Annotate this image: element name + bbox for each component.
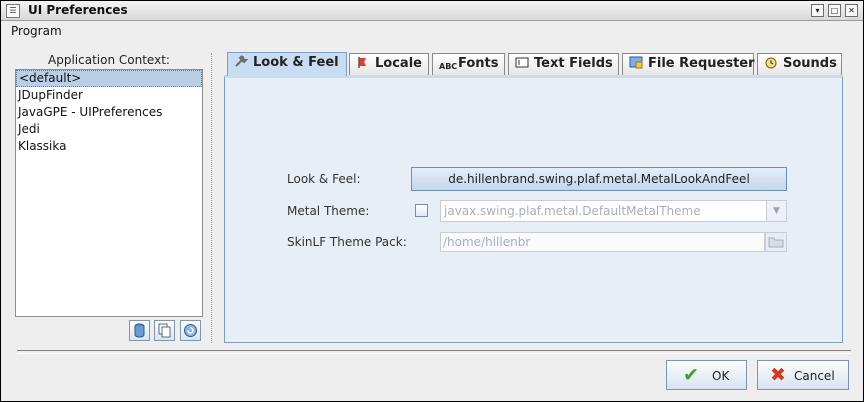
cancel-x-icon: ✖ (770, 364, 786, 386)
ui-preferences-window: ☰ UI Preferences ▾ □ ✕ Program Applicati… (0, 0, 864, 402)
database-button[interactable] (129, 320, 150, 341)
database-icon (134, 323, 145, 338)
ok-button[interactable]: ✔ OK (666, 360, 747, 390)
application-context-list[interactable]: <default> JDupFinder JavaGPE - UIPrefere… (15, 69, 203, 317)
menu-bar: Program (1, 21, 863, 41)
reset-button[interactable] (180, 320, 201, 341)
tab-label: Sounds (783, 56, 837, 71)
window-title: UI Preferences (28, 3, 128, 17)
tab-label: Locale (375, 56, 422, 71)
list-item[interactable]: Klassika (16, 138, 202, 155)
cancel-label: Cancel (794, 369, 835, 383)
tab-sounds[interactable]: Sounds (757, 53, 842, 75)
tab-label: Text Fields (534, 56, 613, 71)
look-feel-label: Look & Feel: (287, 172, 361, 186)
system-menu-icon[interactable]: ☰ (6, 4, 20, 18)
minimize-icon[interactable]: ▾ (811, 4, 824, 17)
tab-label: Fonts (458, 56, 499, 71)
ok-label: OK (712, 369, 730, 383)
tab-label: Look & Feel (253, 55, 339, 70)
tab-file-requester[interactable]: File Requester (622, 53, 755, 75)
metal-theme-checkbox[interactable] (415, 204, 428, 217)
maximize-icon[interactable]: □ (828, 4, 841, 17)
list-item[interactable]: <default> (16, 70, 202, 87)
font-icon: ABC (439, 62, 458, 71)
tab-label: File Requester (648, 56, 755, 71)
application-context-label: Application Context: (48, 53, 170, 67)
metal-theme-label: Metal Theme: (287, 204, 370, 218)
wrench-icon (235, 55, 248, 67)
checkmark-icon: ✔ (683, 364, 699, 386)
close-icon[interactable]: ✕ (845, 4, 858, 17)
metal-theme-combo[interactable]: javax.swing.plaf.metal.DefaultMetalTheme… (440, 200, 787, 222)
split-divider[interactable] (211, 53, 214, 343)
list-item[interactable]: JavaGPE - UIPreferences (16, 104, 202, 121)
copy-button[interactable] (154, 320, 175, 341)
menu-program[interactable]: Program (11, 24, 62, 38)
separator (17, 350, 851, 354)
skinlf-path-field[interactable]: /home/hillenbr (440, 232, 765, 252)
file-requester-icon (629, 56, 643, 69)
copy-icon (158, 323, 171, 338)
folder-icon (768, 237, 784, 248)
title-bar[interactable]: ☰ UI Preferences ▾ □ ✕ (1, 1, 863, 21)
look-feel-button[interactable]: de.hillenbrand.swing.plaf.metal.MetalLoo… (411, 167, 787, 191)
textfield-icon (515, 57, 529, 68)
tab-locale[interactable]: Locale (349, 53, 429, 75)
skinlf-theme-pack-label: SkinLF Theme Pack: (287, 235, 407, 249)
list-item[interactable]: JDupFinder (16, 87, 202, 104)
alarm-clock-icon (765, 57, 777, 69)
tab-text-fields[interactable]: Text Fields (508, 53, 619, 75)
tab-fonts[interactable]: ABCFonts (432, 53, 505, 75)
reset-icon (184, 324, 197, 337)
browse-button[interactable] (765, 232, 787, 252)
tab-look-feel[interactable]: Look & Feel (227, 52, 347, 76)
metal-theme-value: javax.swing.plaf.metal.DefaultMetalTheme (444, 204, 701, 218)
list-item[interactable]: Jedi (16, 121, 202, 138)
pin-icon (358, 57, 366, 68)
chevron-down-icon[interactable]: ▼ (766, 201, 786, 221)
cancel-button[interactable]: ✖ Cancel (757, 360, 849, 390)
